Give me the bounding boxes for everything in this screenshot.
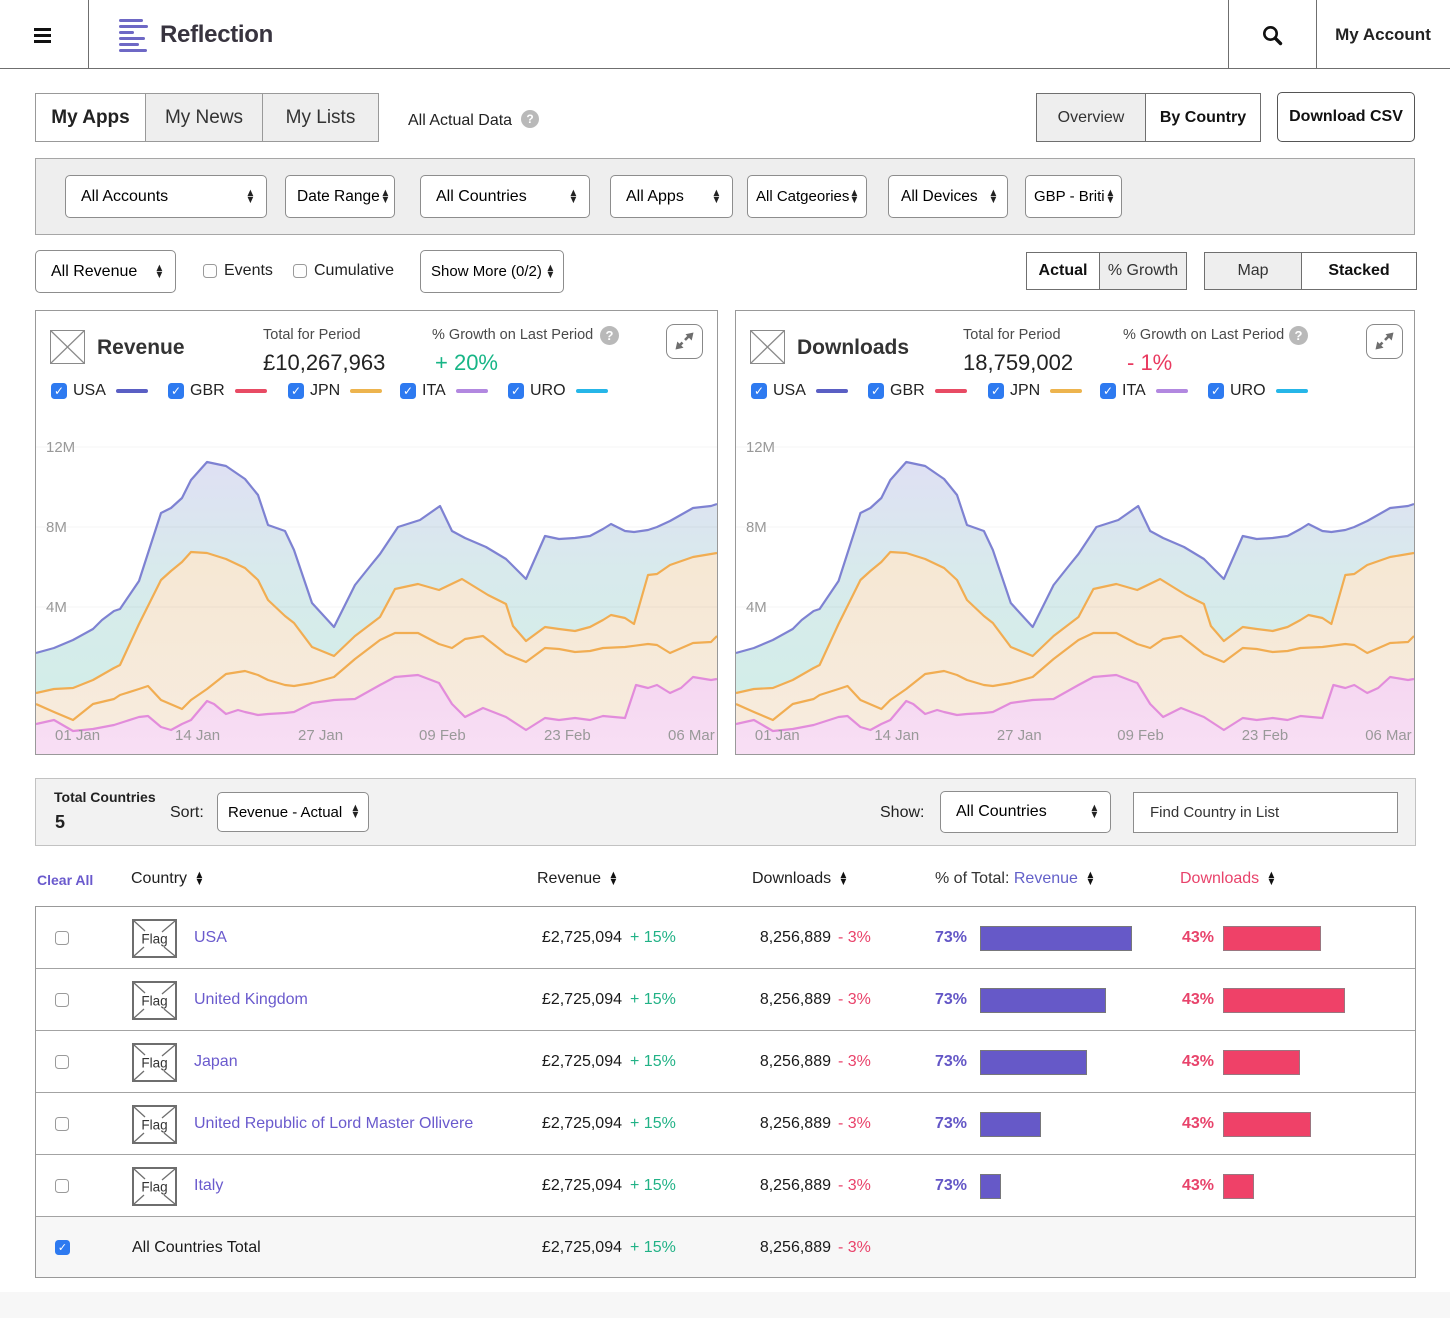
svg-text:27 Jan: 27 Jan xyxy=(298,727,343,744)
svg-text:8M: 8M xyxy=(46,519,67,536)
svg-text:01 Jan: 01 Jan xyxy=(55,727,100,744)
svg-text:01 Jan: 01 Jan xyxy=(755,727,800,744)
svg-text:06 Mar: 06 Mar xyxy=(1365,727,1411,744)
svg-text:23 Feb: 23 Feb xyxy=(1242,727,1288,744)
svg-text:27 Jan: 27 Jan xyxy=(997,727,1042,744)
svg-text:09 Feb: 09 Feb xyxy=(1117,727,1163,744)
svg-text:12M: 12M xyxy=(46,439,75,456)
svg-text:06 Mar: 06 Mar xyxy=(668,727,715,744)
svg-text:Flag: Flag xyxy=(141,1118,167,1133)
svg-text:14 Jan: 14 Jan xyxy=(874,727,919,744)
svg-text:4M: 4M xyxy=(746,599,767,616)
svg-text:Flag: Flag xyxy=(141,1056,167,1071)
svg-text:Flag: Flag xyxy=(141,932,167,947)
svg-text:14 Jan: 14 Jan xyxy=(175,727,220,744)
svg-text:Flag: Flag xyxy=(141,994,167,1009)
svg-text:09 Feb: 09 Feb xyxy=(419,727,466,744)
svg-text:8M: 8M xyxy=(746,519,767,536)
svg-text:12M: 12M xyxy=(746,439,775,456)
svg-text:Flag: Flag xyxy=(141,1180,167,1195)
svg-text:4M: 4M xyxy=(46,599,67,616)
svg-text:23 Feb: 23 Feb xyxy=(544,727,591,744)
